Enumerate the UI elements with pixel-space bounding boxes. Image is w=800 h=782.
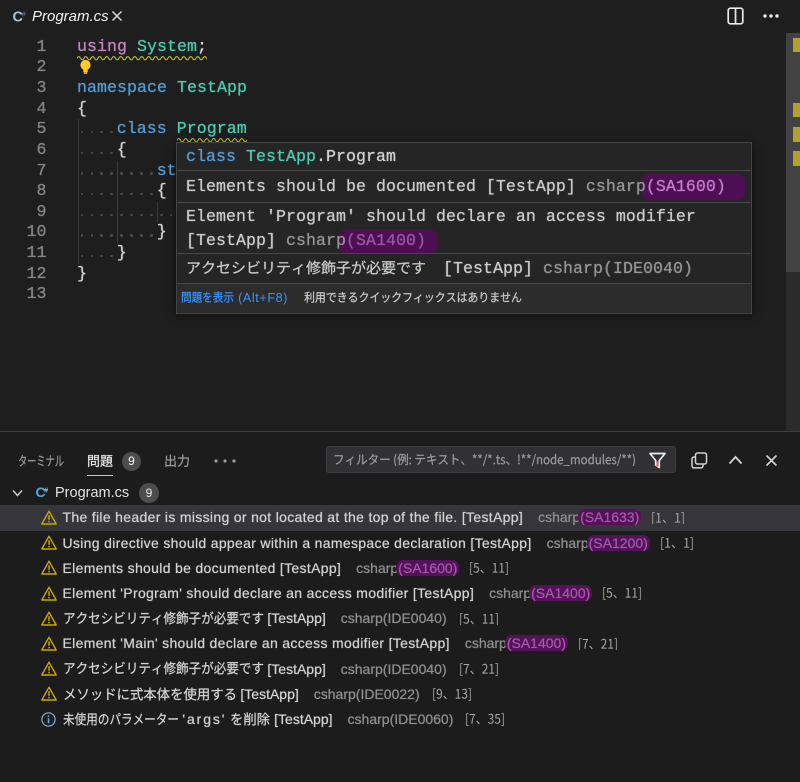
svg-text:#: # <box>21 10 26 19</box>
svg-text:#: # <box>44 485 48 494</box>
